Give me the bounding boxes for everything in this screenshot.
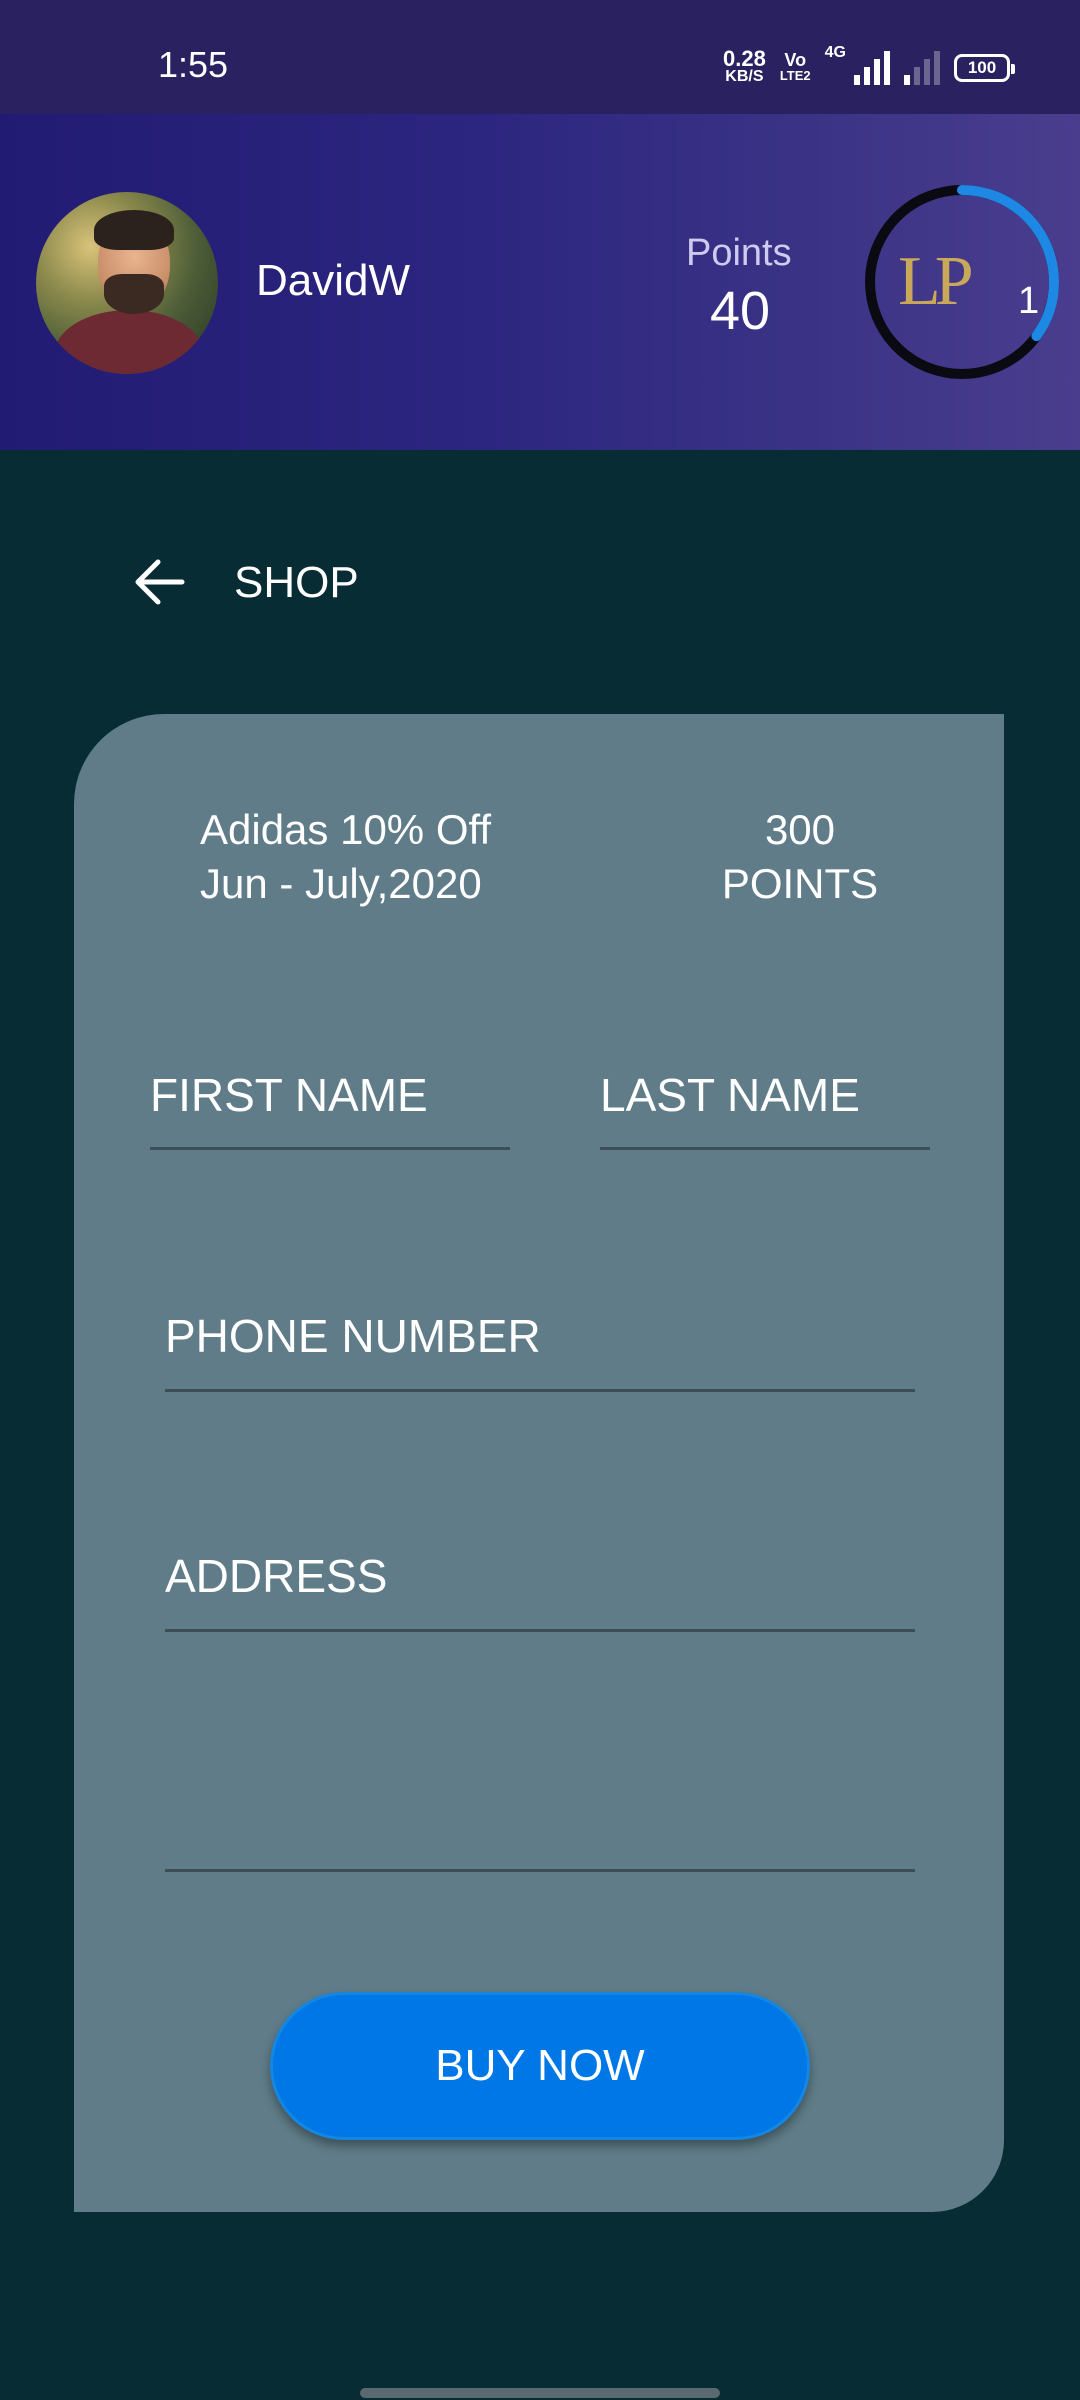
volte-top: Vo xyxy=(784,50,807,70)
offer-dates: Jun - July,2020 xyxy=(200,860,482,907)
network-speed-unit: KB/S xyxy=(725,68,764,85)
arrow-left-icon[interactable] xyxy=(132,554,188,610)
status-time: 1:55 xyxy=(158,44,229,85)
last-name-field[interactable] xyxy=(600,1066,930,1150)
signal-strength-sim2-icon xyxy=(904,51,940,85)
battery-icon: 100 xyxy=(954,54,1015,82)
page-title: SHOP xyxy=(234,558,359,607)
points-label: Points xyxy=(686,232,792,274)
volte-bottom: LTE2 xyxy=(779,68,811,83)
avatar[interactable] xyxy=(36,192,218,374)
level-badge-logo: LP xyxy=(898,243,974,320)
offer-name: Adidas 10% Off xyxy=(200,806,492,853)
status-bar: 1:55 0.28 KB/S Vo LTE2 4G 100 xyxy=(0,0,1080,114)
battery-level: 100 xyxy=(967,58,997,77)
offer-points: 300 xyxy=(764,806,836,853)
volte-icon: Vo LTE2 xyxy=(779,50,811,84)
status-icons: 0.28 KB/S Vo LTE2 4G 100 xyxy=(723,44,1015,92)
network-type: 4G xyxy=(824,44,846,61)
network-speed: 0.28 KB/S xyxy=(723,46,766,86)
checkout-card xyxy=(74,714,1004,2212)
home-indicator[interactable] xyxy=(360,2388,720,2398)
offer-points-unit: POINTS xyxy=(721,860,879,907)
profile-header: DavidW Points 40 LP 1 xyxy=(0,114,1080,450)
buy-now-button[interactable]: BUY NOW xyxy=(270,1992,810,2140)
network-speed-value: 0.28 xyxy=(723,46,766,71)
level-number: 1 xyxy=(1018,280,1040,322)
shop-checkout-screen: 1:55 0.28 KB/S Vo LTE2 4G 100 DavidW Poi… xyxy=(0,0,1080,2400)
points-value: 40 xyxy=(710,281,771,341)
address-field[interactable] xyxy=(165,1546,915,1632)
address-line2-field[interactable] xyxy=(165,1786,915,1872)
first-name-field[interactable] xyxy=(150,1066,510,1150)
phone-number-field[interactable] xyxy=(165,1306,915,1392)
username: DavidW xyxy=(256,256,411,305)
signal-strength-icon xyxy=(854,51,890,85)
